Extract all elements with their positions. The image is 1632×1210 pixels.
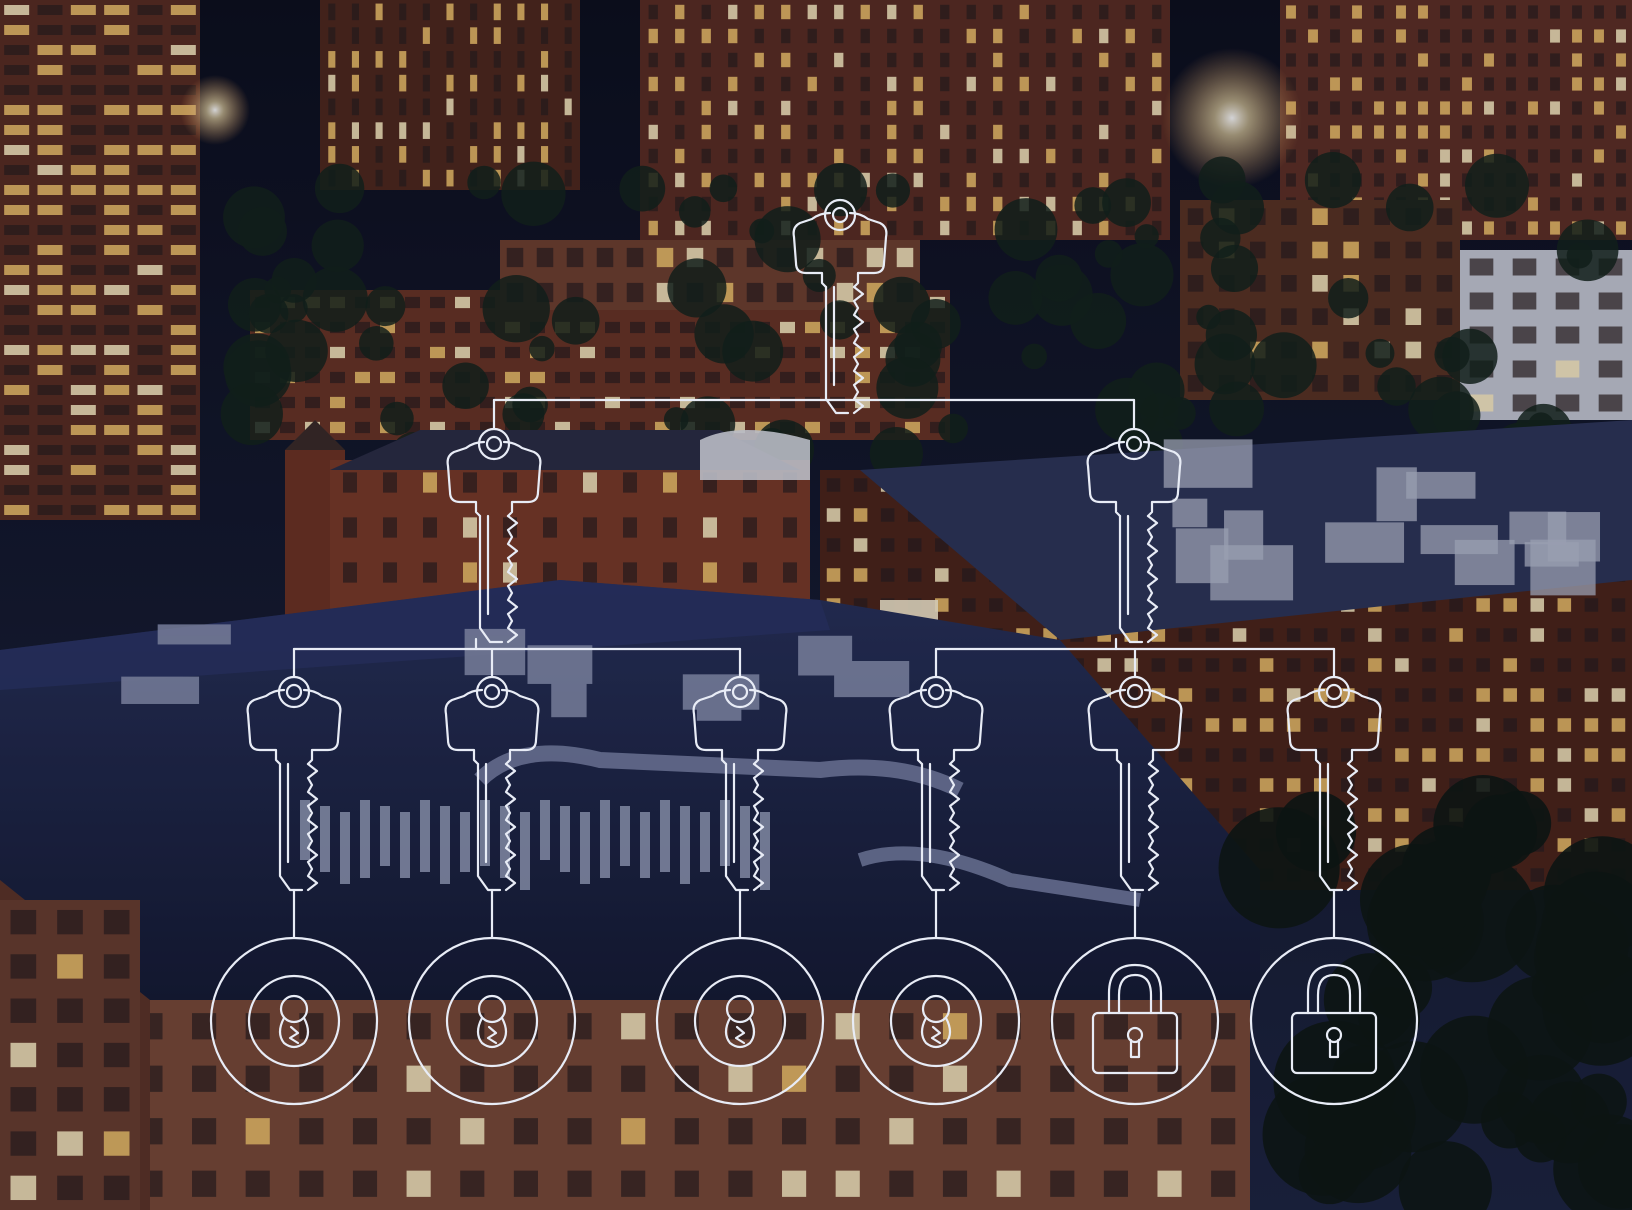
master-key-hierarchy-scene [0, 0, 1632, 1210]
grand-master-key-icon [792, 198, 888, 415]
padlock-icon [1290, 963, 1378, 1075]
change-key-icon-3 [692, 675, 788, 892]
change-key-icon-4 [888, 675, 984, 892]
change-key-icon-2 [444, 675, 540, 892]
lock-cylinder-1 [209, 936, 379, 1106]
lock-padlock-6 [1249, 936, 1419, 1106]
change-key-icon-6 [1286, 675, 1382, 892]
change-key-icon-5 [1087, 675, 1183, 892]
padlock-icon [1091, 963, 1179, 1075]
lock-padlock-5 [1050, 936, 1220, 1106]
keyhole-icon [920, 994, 952, 1049]
keyhole-icon [278, 994, 310, 1049]
lock-cylinder-2 [407, 936, 577, 1106]
lock-cylinder-3 [655, 936, 825, 1106]
keyhole-icon [476, 994, 508, 1049]
change-key-icon-1 [246, 675, 342, 892]
keyhole-icon [724, 994, 756, 1049]
master-key-icon-2 [1086, 427, 1182, 644]
key-hierarchy-diagram [209, 198, 1419, 1106]
master-key-icon-1 [446, 427, 542, 644]
lock-cylinder-4 [851, 936, 1021, 1106]
